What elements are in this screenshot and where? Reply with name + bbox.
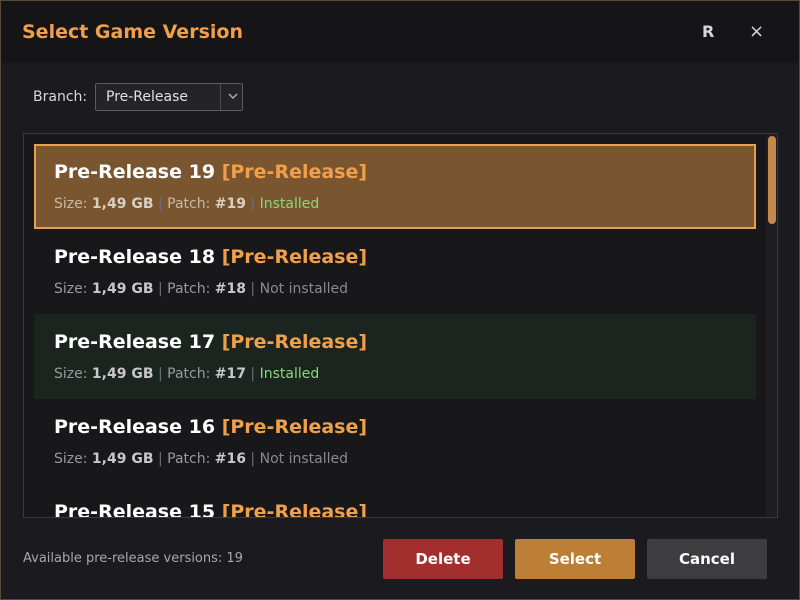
status-installed: Installed <box>259 366 320 382</box>
version-meta: Size: 1,49 GB | Patch: #19 | Installed <box>54 196 320 212</box>
cancel-button[interactable]: Cancel <box>647 539 767 579</box>
select-button[interactable]: Select <box>515 539 635 579</box>
version-tag: [Pre-Release] <box>221 331 368 353</box>
version-title: Pre-Release 18 [Pre-Release] <box>54 246 368 268</box>
scrollbar-thumb[interactable] <box>768 136 776 224</box>
dialog-title: Select Game Version <box>22 21 243 43</box>
version-title: Pre-Release 17 [Pre-Release] <box>54 331 368 353</box>
status-not-installed: Not installed <box>259 281 348 297</box>
version-title: Pre-Release 19 [Pre-Release] <box>54 161 368 183</box>
status-installed: Installed <box>259 196 320 212</box>
select-version-dialog: Select Game Version R × Branch: Pre-Rele… <box>0 0 800 600</box>
version-title: Pre-Release 16 [Pre-Release] <box>54 416 368 438</box>
version-meta: Size: 1,49 GB | Patch: #16 | Not install… <box>54 451 348 467</box>
status-not-installed: Not installed <box>259 451 348 467</box>
version-item[interactable]: Pre-Release 16 [Pre-Release] Size: 1,49 … <box>34 399 756 484</box>
version-item[interactable]: Pre-Release 18 [Pre-Release] Size: 1,49 … <box>34 229 756 314</box>
version-title: Pre-Release 15 [Pre-Release] <box>54 501 368 518</box>
version-tag: [Pre-Release] <box>221 501 368 518</box>
version-item[interactable]: Pre-Release 17 [Pre-Release] Size: 1,49 … <box>34 314 756 399</box>
available-versions-count: Available pre-release versions: 19 <box>23 551 243 566</box>
version-tag: [Pre-Release] <box>221 161 368 183</box>
version-meta: Size: 1,49 GB | Patch: #17 | Installed <box>54 366 320 382</box>
close-button[interactable]: × <box>749 21 764 42</box>
branch-dropdown[interactable]: Pre-Release <box>95 83 243 111</box>
version-tag: [Pre-Release] <box>221 416 368 438</box>
chevron-down-icon <box>228 93 238 99</box>
version-item[interactable]: Pre-Release 15 [Pre-Release] <box>34 484 756 518</box>
branch-selected-value: Pre-Release <box>106 89 189 105</box>
version-meta: Size: 1,49 GB | Patch: #18 | Not install… <box>54 281 348 297</box>
refresh-button[interactable]: R <box>702 22 714 41</box>
branch-label: Branch: <box>33 89 88 105</box>
delete-button[interactable]: Delete <box>383 539 503 579</box>
version-list[interactable]: Pre-Release 19 [Pre-Release] Size: 1,49 … <box>23 133 778 518</box>
version-tag: [Pre-Release] <box>221 246 368 268</box>
title-bar: Select Game Version R × <box>1 1 799 63</box>
dropdown-divider <box>220 84 221 110</box>
version-item-selected[interactable]: Pre-Release 19 [Pre-Release] Size: 1,49 … <box>34 144 756 229</box>
